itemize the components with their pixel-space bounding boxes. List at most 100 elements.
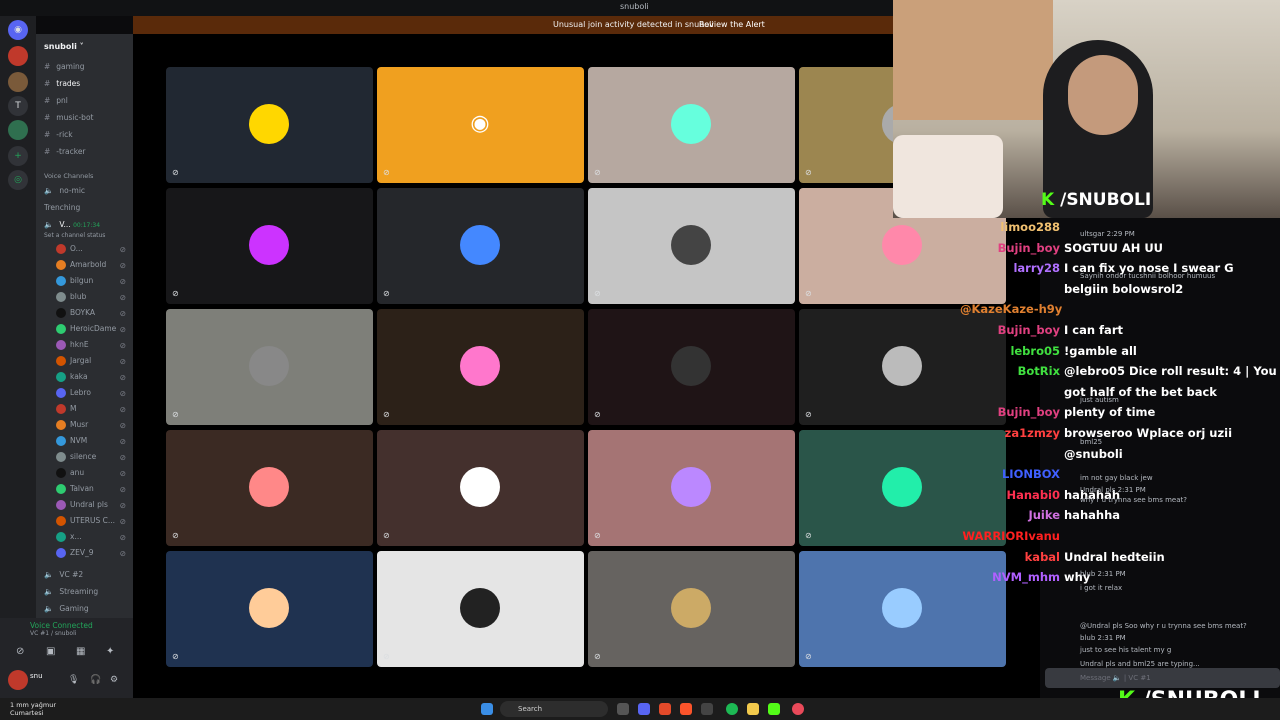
voice-member[interactable]: Undral pls ⊘: [56, 500, 130, 514]
discord-home-icon[interactable]: ◉: [8, 20, 28, 40]
voice-member[interactable]: Amarbold ⊘: [56, 260, 130, 274]
voice-member[interactable]: NVM ⊘: [56, 436, 130, 450]
avatar: [671, 225, 711, 265]
discord-icon[interactable]: [638, 703, 650, 715]
brave-icon[interactable]: [680, 703, 692, 715]
voice-channel[interactable]: 🔈 VC #2: [44, 570, 130, 584]
channel-2[interactable]: # pnl: [44, 96, 130, 110]
mic-muted-icon: ⊘: [172, 289, 179, 298]
chat-message: kabal Undral hedteiin: [960, 550, 1165, 564]
server-icon[interactable]: [8, 72, 28, 92]
voice-member[interactable]: bilgun ⊘: [56, 276, 130, 290]
app-icon[interactable]: [701, 703, 713, 715]
participant-tile[interactable]: ⊘: [588, 430, 795, 546]
mic-muted-icon: ⊘: [119, 533, 126, 542]
server-icon[interactable]: [8, 120, 28, 140]
avatar: [56, 308, 66, 318]
hash-icon: #: [44, 113, 51, 122]
participant-tile[interactable]: ⊘: [166, 188, 373, 304]
headphones-icon[interactable]: 🎧: [90, 675, 101, 685]
task-view-icon[interactable]: [617, 703, 629, 715]
participant-tile[interactable]: ⊘: [377, 551, 584, 667]
chrome-icon[interactable]: [792, 703, 804, 715]
screenshare-icon[interactable]: ▣: [46, 646, 55, 657]
participant-tile[interactable]: ⊘: [588, 551, 795, 667]
hash-icon: #: [44, 130, 51, 139]
voice-channels-header[interactable]: Voice Channels: [44, 172, 130, 186]
channel-4[interactable]: # -rick: [44, 130, 130, 144]
chat-username: Bujin_boy: [997, 405, 1060, 420]
weather-widget[interactable]: 1 mm yağmur Cumartesi: [10, 701, 56, 717]
participant-tile[interactable]: ⊘: [166, 309, 373, 425]
voice-channel[interactable]: 🔈 no-mic: [44, 186, 130, 200]
channel-3[interactable]: # music-bot: [44, 113, 130, 127]
soundboard-icon[interactable]: ✦: [106, 646, 114, 657]
settings-gear-icon[interactable]: ⚙: [110, 675, 118, 685]
participant-tile[interactable]: ⊘: [166, 67, 373, 183]
voice-member[interactable]: BOYKA ⊘: [56, 308, 130, 322]
voice-member[interactable]: Jargal ⊘: [56, 356, 130, 370]
chat-message: lebro05 !gamble all: [960, 344, 1136, 358]
voice-member[interactable]: Talvan ⊘: [56, 484, 130, 498]
server-icon[interactable]: [8, 46, 28, 66]
chat-message: NVM_mhm why: [960, 570, 1090, 584]
add-server-icon[interactable]: +: [8, 146, 28, 166]
camera-icon[interactable]: ⊘: [16, 646, 24, 657]
participant-tile[interactable]: ◉ ⊘: [377, 67, 584, 183]
discord-message: why r u trynna see bms meat?: [1080, 496, 1187, 504]
mic-muted-icon: ⊘: [119, 293, 126, 302]
voice-member[interactable]: ZEV_9 ⊘: [56, 548, 130, 562]
avatar[interactable]: [8, 670, 28, 690]
voice-member[interactable]: blub ⊘: [56, 292, 130, 306]
participant-tile[interactable]: ⊘: [166, 551, 373, 667]
voice-member[interactable]: x... ⊘: [56, 532, 130, 546]
voice-channel[interactable]: 🔈 Gaming: [44, 604, 130, 618]
voice-member[interactable]: HeroicDame ⊘: [56, 324, 130, 338]
voice-channel[interactable]: 🔈 Streaming: [44, 587, 130, 601]
avatar: [56, 276, 66, 286]
participant-tile[interactable]: ⊘: [588, 309, 795, 425]
taskbar-search[interactable]: Search: [500, 701, 608, 717]
participant-tile[interactable]: ⊘: [588, 67, 795, 183]
avatar: [249, 588, 289, 628]
voice-member[interactable]: UTERUS C... ⊘: [56, 516, 130, 530]
windows-start-icon[interactable]: [481, 703, 493, 715]
participant-tile[interactable]: ⊘: [377, 309, 584, 425]
spotify-icon[interactable]: [726, 703, 738, 715]
hash-icon: #: [44, 147, 51, 156]
mic-icon[interactable]: 🎙: [68, 675, 79, 685]
discord-message: just to see his talent my g: [1080, 646, 1172, 654]
voice-member[interactable]: silence ⊘: [56, 452, 130, 466]
voice-member[interactable]: Lebro ⊘: [56, 388, 130, 402]
explore-icon[interactable]: ◎: [8, 170, 28, 190]
message-input[interactable]: Message 🔈 | VC #1: [1045, 668, 1280, 688]
channel-1[interactable]: # trades: [44, 79, 130, 93]
voice-member[interactable]: Musr ⊘: [56, 420, 130, 434]
app-icon[interactable]: [659, 703, 671, 715]
voice-member[interactable]: M ⊘: [56, 404, 130, 418]
activities-icon[interactable]: ▦: [76, 646, 85, 657]
channel-0[interactable]: # gaming: [44, 62, 130, 76]
chat-overlay: limoo288 Bujin_boy SOGTUU AH UU larry28 I ca…: [960, 218, 1280, 698]
voice-connected-sub: VC #1 / snuboli: [30, 630, 77, 637]
mic-muted-icon: ⊘: [383, 289, 390, 298]
chat-username: za1zmzy: [1004, 426, 1060, 440]
server-icon[interactable]: T: [8, 96, 28, 116]
discord-message: bml25: [1080, 438, 1103, 446]
mic-muted-icon: ⊘: [119, 389, 126, 398]
server-name[interactable]: snuboli ˅: [44, 42, 84, 51]
voice-member[interactable]: anu ⊘: [56, 468, 130, 482]
mic-muted-icon: ⊘: [383, 410, 390, 419]
review-alert-button[interactable]: Review the Alert: [699, 20, 765, 29]
channel-5[interactable]: # -tracker: [44, 147, 130, 161]
voice-member[interactable]: kaka ⊘: [56, 372, 130, 386]
participant-tile[interactable]: ⊘: [588, 188, 795, 304]
file-explorer-icon[interactable]: [747, 703, 759, 715]
participant-tile[interactable]: ⊘: [377, 188, 584, 304]
participant-tile[interactable]: ⊘: [166, 430, 373, 546]
kick-app-icon[interactable]: [768, 703, 780, 715]
participant-tile[interactable]: ⊘: [377, 430, 584, 546]
voice-member[interactable]: O... ⊘: [56, 244, 130, 258]
voice-channel[interactable]: Trenching: [44, 203, 130, 217]
voice-member[interactable]: hknE ⊘: [56, 340, 130, 354]
